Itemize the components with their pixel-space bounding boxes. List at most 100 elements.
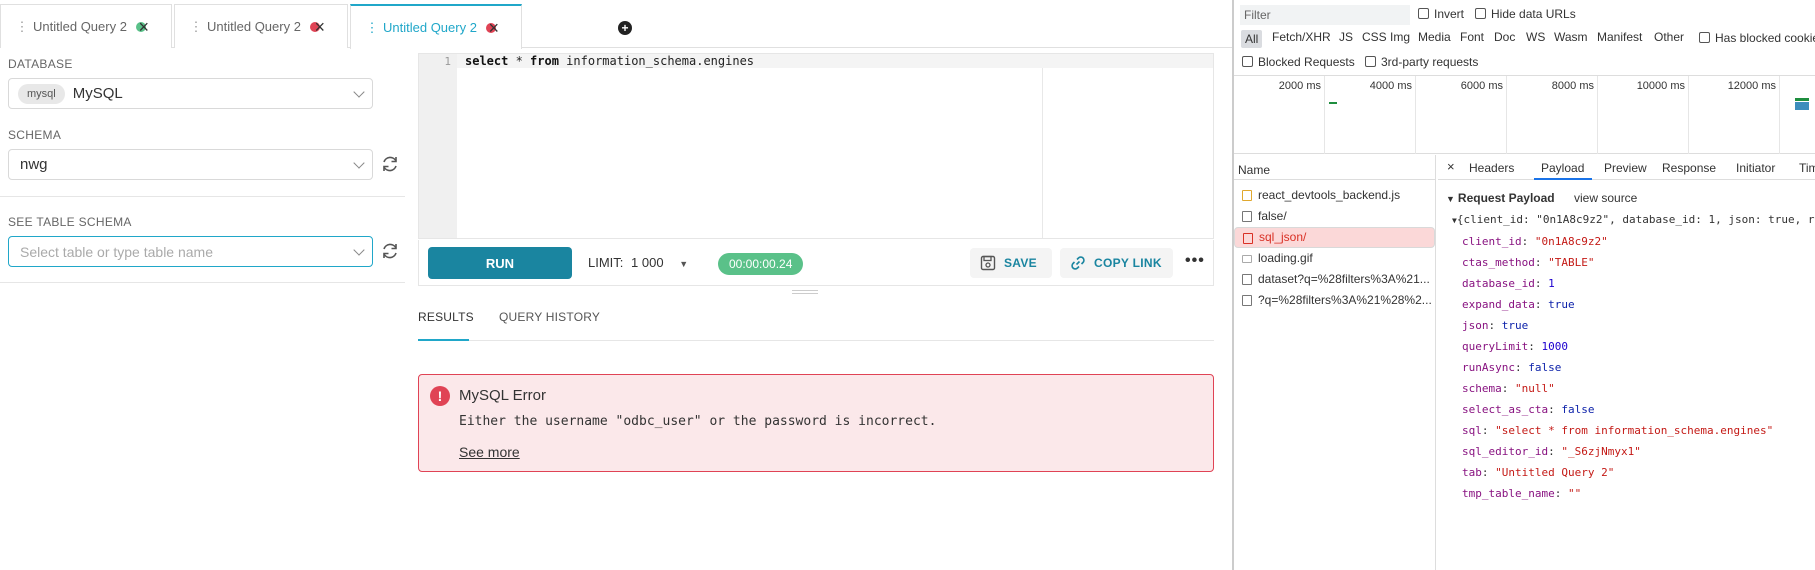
active-tab-indicator xyxy=(418,339,469,341)
tab-results[interactable]: RESULTS xyxy=(418,310,474,324)
resize-handle[interactable] xyxy=(792,290,818,294)
schema-label: SCHEMA xyxy=(8,128,62,142)
tab-headers[interactable]: Headers xyxy=(1469,161,1514,175)
payload-key: database_id xyxy=(1462,277,1535,290)
query-tab-3-active[interactable]: ⋮ Untitled Query 2 × xyxy=(350,4,522,49)
devtools-network-panel: Filter Invert Hide data URLs All Fetch/X… xyxy=(1232,0,1815,570)
refresh-schema-icon[interactable] xyxy=(380,154,400,174)
name-column-header[interactable]: Name xyxy=(1234,155,1435,180)
timeline-gridline xyxy=(1415,76,1416,154)
table-select[interactable]: Select table or type table name xyxy=(8,236,373,267)
query-tab-2[interactable]: ⋮ Untitled Query 2 × xyxy=(174,4,348,48)
add-tab-button[interactable]: + xyxy=(606,8,644,48)
sql-token: information_schema.engines xyxy=(558,54,755,68)
timeline-gridline xyxy=(1597,76,1598,154)
invert-checkbox[interactable]: Invert xyxy=(1418,7,1464,21)
request-list: Name react_devtools_backend.js false/ sq… xyxy=(1234,155,1436,570)
sql-code[interactable]: select * from information_schema.engines xyxy=(465,54,754,68)
checkbox-icon xyxy=(1365,56,1376,67)
type-filter-doc[interactable]: Doc xyxy=(1494,30,1515,44)
payload-colon: : xyxy=(1481,424,1496,437)
has-blocked-cookies-checkbox[interactable]: Has blocked cookies xyxy=(1699,31,1815,45)
close-icon[interactable]: × xyxy=(138,17,149,38)
close-icon[interactable]: × xyxy=(1447,159,1455,174)
type-filter-media[interactable]: Media xyxy=(1418,30,1451,44)
payload-summary-text: {client_id: "0n1A8c9z2", database_id: 1,… xyxy=(1456,213,1815,226)
tab-initiator[interactable]: Initiator xyxy=(1736,161,1775,175)
checkbox-icon xyxy=(1699,32,1710,43)
type-filter-fetch-xhr[interactable]: Fetch/XHR xyxy=(1272,30,1331,44)
type-filter-wasm[interactable]: Wasm xyxy=(1554,30,1588,44)
drag-handle-icon[interactable]: ⋮ xyxy=(365,20,379,36)
sql-editor[interactable]: 1 select * from information_schema.engin… xyxy=(418,53,1214,239)
refresh-tables-icon[interactable] xyxy=(380,241,400,261)
table-select-placeholder: Select table or type table name xyxy=(20,243,214,260)
payload-summary[interactable]: ▼{client_id: "0n1A8c9z2", database_id: 1… xyxy=(1452,213,1814,226)
database-select[interactable]: mysql MySQL xyxy=(8,78,373,109)
type-filter-font[interactable]: Font xyxy=(1460,30,1484,44)
timeline-gridline xyxy=(1506,76,1507,154)
filter-input[interactable]: Filter xyxy=(1240,5,1410,25)
close-icon[interactable]: × xyxy=(488,18,499,39)
type-filter-manifest[interactable]: Manifest xyxy=(1597,30,1642,44)
triangle-down-icon: ▼ xyxy=(1446,194,1455,204)
blocked-requests-checkbox[interactable]: Blocked Requests xyxy=(1242,55,1355,69)
active-tab-indicator xyxy=(1534,178,1592,180)
save-button[interactable]: SAVE xyxy=(970,248,1052,278)
tab-response[interactable]: Response xyxy=(1662,161,1716,175)
payload-property: expand_data: true xyxy=(1462,298,1575,311)
copy-link-label: COPY LINK xyxy=(1094,256,1162,270)
sql-lab: ⋮ Untitled Query 2 × ⋮ Untitled Query 2 … xyxy=(0,0,1232,570)
payload-key: client_id xyxy=(1462,235,1522,248)
payload-value: "" xyxy=(1567,487,1582,500)
request-row[interactable]: react_devtools_backend.js xyxy=(1234,185,1435,206)
limit-dropdown[interactable]: LIMIT: 1 000 ▼ xyxy=(588,255,688,270)
has-blocked-cookies-label: Has blocked cookies xyxy=(1715,31,1815,45)
drag-handle-icon[interactable]: ⋮ xyxy=(15,19,29,35)
run-button[interactable]: RUN xyxy=(428,247,572,279)
invert-label: Invert xyxy=(1434,7,1465,21)
payload-colon: : xyxy=(1501,382,1515,395)
more-options-icon[interactable]: ••• xyxy=(1185,252,1205,270)
tab-preview[interactable]: Preview xyxy=(1604,161,1647,175)
schema-select[interactable]: nwg xyxy=(8,149,373,180)
type-filter-all[interactable]: All xyxy=(1241,30,1263,48)
third-party-label: 3rd-party requests xyxy=(1381,55,1479,69)
request-payload-section[interactable]: ▼ Request Payload xyxy=(1446,191,1555,205)
request-name: false/ xyxy=(1258,209,1287,223)
schema-value: nwg xyxy=(20,156,48,173)
tab-query-history[interactable]: QUERY HISTORY xyxy=(499,310,600,324)
payload-property: ctas_method: "TABLE" xyxy=(1462,256,1594,269)
limit-label: LIMIT: xyxy=(588,255,624,270)
request-row[interactable]: loading.gif xyxy=(1234,248,1435,269)
request-row-selected[interactable]: sql_json/ xyxy=(1234,227,1435,248)
type-filter-js[interactable]: JS xyxy=(1339,30,1353,44)
type-filter-css[interactable]: CSS xyxy=(1362,30,1387,44)
type-filter-img[interactable]: Img xyxy=(1390,30,1410,44)
document-file-icon xyxy=(1242,274,1252,285)
type-filter-ws[interactable]: WS xyxy=(1526,30,1545,44)
timeline-tick-label: 2000 ms xyxy=(1278,80,1321,92)
save-label: SAVE xyxy=(1004,256,1037,270)
hide-data-urls-checkbox[interactable]: Hide data URLs xyxy=(1475,7,1576,21)
drag-handle-icon[interactable]: ⋮ xyxy=(189,19,203,35)
see-more-link[interactable]: See more xyxy=(459,444,520,460)
third-party-checkbox[interactable]: 3rd-party requests xyxy=(1365,55,1478,69)
tab-payload[interactable]: Payload xyxy=(1541,161,1584,175)
network-timeline-overview[interactable]: 2000 ms 4000 ms 6000 ms 8000 ms 10000 ms… xyxy=(1234,76,1815,154)
type-filter-other[interactable]: Other xyxy=(1654,30,1684,44)
payload-value: 1 xyxy=(1548,277,1555,290)
payload-colon: : xyxy=(1534,256,1549,269)
payload-colon: : xyxy=(1488,319,1502,332)
copy-link-button[interactable]: COPY LINK xyxy=(1060,248,1173,278)
payload-value: false xyxy=(1561,403,1595,416)
tab-timing[interactable]: Timing xyxy=(1799,161,1815,175)
print-margin xyxy=(1042,68,1043,238)
view-source-link[interactable]: view source xyxy=(1574,191,1637,205)
request-row[interactable]: false/ xyxy=(1234,206,1435,227)
query-tab-1[interactable]: ⋮ Untitled Query 2 × xyxy=(0,4,172,48)
request-row[interactable]: ?q=%28filters%3A%21%28%2... xyxy=(1234,290,1435,311)
request-row[interactable]: dataset?q=%28filters%3A%21... xyxy=(1234,269,1435,290)
close-icon[interactable]: × xyxy=(314,17,325,38)
payload-colon: : xyxy=(1534,277,1549,290)
